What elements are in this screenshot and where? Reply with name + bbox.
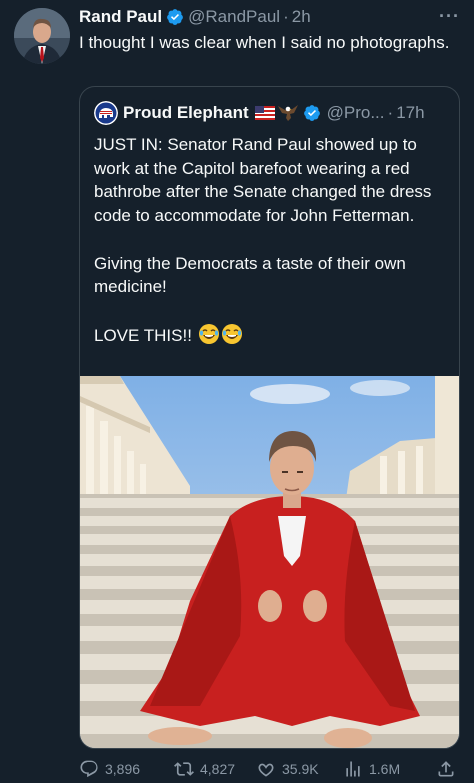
quoted-tweet-header: Proud Elephant @Pro... · 17h xyxy=(94,101,451,125)
quoted-paragraph-text: LOVE THIS!! xyxy=(94,325,192,345)
quoted-author-handle[interactable]: @Pro... xyxy=(327,103,385,123)
tweet-timestamp[interactable]: 2h xyxy=(292,7,311,27)
tweet[interactable]: Rand Paul @RandPaul · 2h ··· I thought I… xyxy=(0,0,474,783)
verified-badge-icon xyxy=(303,104,321,122)
reply-button[interactable]: 3,896 xyxy=(79,758,140,780)
quoted-tweet-text: JUST IN: Senator Rand Paul showed up to … xyxy=(94,133,444,351)
quoted-author-avatar[interactable] xyxy=(94,101,118,125)
quoted-tweet-card[interactable]: Proud Elephant @Pro... · 17h JUST IN: Se… xyxy=(79,86,460,749)
reply-icon xyxy=(80,760,98,778)
author-name[interactable]: Rand Paul xyxy=(79,7,162,27)
laughing-emoji-icon xyxy=(221,323,243,352)
share-icon xyxy=(438,761,454,777)
tweet-text: I thought I was clear when I said no pho… xyxy=(79,33,450,52)
eagle-icon xyxy=(277,104,299,122)
quoted-tweet-photo[interactable] xyxy=(80,376,459,748)
laughing-emoji-icon xyxy=(198,323,220,352)
author-handle[interactable]: @RandPaul xyxy=(188,7,280,27)
share-button[interactable] xyxy=(436,758,462,780)
reply-count: 3,896 xyxy=(105,761,141,777)
quoted-paragraph: JUST IN: Senator Rand Paul showed up to … xyxy=(94,135,432,226)
views-button[interactable]: 1.6M xyxy=(343,758,400,780)
separator-dot: · xyxy=(283,7,289,26)
tweet-header: Rand Paul @RandPaul · 2h xyxy=(79,6,460,28)
more-options-icon[interactable]: ··· xyxy=(439,6,460,27)
like-button[interactable]: 35.9K xyxy=(256,758,319,780)
verified-badge-icon xyxy=(166,8,184,26)
like-count: 35.9K xyxy=(282,761,319,777)
retweet-icon xyxy=(174,762,194,776)
us-flag-icon xyxy=(254,106,275,120)
quoted-paragraph: Giving the Democrats a taste of their ow… xyxy=(94,253,406,297)
retweet-count: 4,827 xyxy=(200,761,236,777)
quoted-paragraph-last: LOVE THIS!! xyxy=(94,323,444,352)
views-count: 1.6M xyxy=(369,761,401,777)
tweet-action-bar: 3,896 4,827 35.9K 1.6M xyxy=(79,758,459,780)
quoted-tweet-timestamp[interactable]: 17h xyxy=(396,103,424,123)
quoted-author-name[interactable]: Proud Elephant xyxy=(123,103,249,123)
separator-dot: · xyxy=(387,103,394,122)
heart-icon xyxy=(258,763,274,777)
author-avatar[interactable] xyxy=(14,8,70,64)
retweet-button[interactable]: 4,827 xyxy=(174,758,235,780)
views-chart-icon xyxy=(346,761,360,777)
